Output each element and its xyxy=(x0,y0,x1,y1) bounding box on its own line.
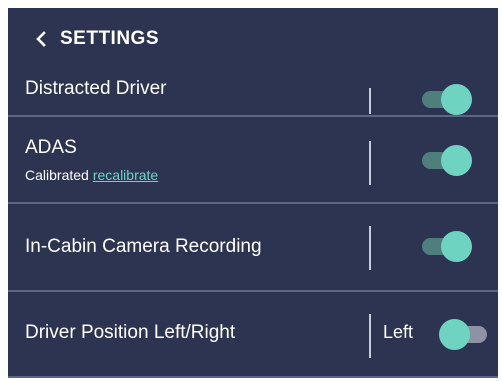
setting-label-in-cabin-camera-recording: In-Cabin Camera Recording xyxy=(25,236,262,257)
driver-position-value: Left xyxy=(383,322,414,342)
chevron-left-icon[interactable] xyxy=(30,28,52,50)
in-cabin-camera-recording-toggle[interactable] xyxy=(420,231,472,262)
setting-row-in-cabin-camera-recording: In-Cabin Camera Recording xyxy=(8,204,498,292)
row-divider xyxy=(369,141,371,185)
adas-status: Calibrated recalibrate xyxy=(25,167,158,183)
toggle-knob xyxy=(441,84,472,115)
setting-label-adas: ADAS xyxy=(25,137,77,158)
page-title: SETTINGS xyxy=(60,28,160,49)
distracted-driver-toggle[interactable] xyxy=(420,84,472,115)
recalibrate-link[interactable]: recalibrate xyxy=(93,167,158,183)
setting-label-distracted-driver: Distracted Driver xyxy=(25,78,167,99)
settings-screen: Distracted Driver ADAS Calibrated recalib… xyxy=(8,8,498,378)
row-divider xyxy=(369,88,371,114)
row-divider xyxy=(369,314,371,358)
setting-row-adas: ADAS Calibrated recalibrate xyxy=(8,117,498,204)
row-divider xyxy=(369,226,371,270)
toggle-knob xyxy=(439,319,470,350)
toggle-knob xyxy=(441,231,472,262)
header: SETTINGS xyxy=(8,8,498,70)
setting-row-driver-position: Driver Position Left/Right Left xyxy=(8,292,498,378)
adas-status-text: Calibrated xyxy=(25,167,89,183)
setting-label-driver-position: Driver Position Left/Right xyxy=(25,322,236,343)
toggle-knob xyxy=(441,145,472,176)
adas-toggle[interactable] xyxy=(420,145,472,176)
driver-position-toggle[interactable] xyxy=(439,319,491,350)
